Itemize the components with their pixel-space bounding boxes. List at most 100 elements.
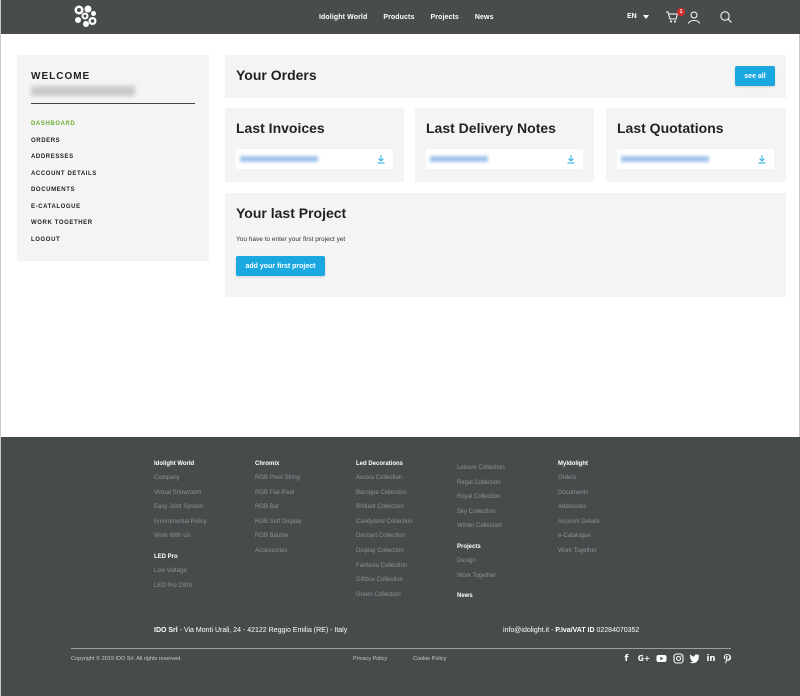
footer-link[interactable]: RGB Bauble [255,533,302,548]
footer-heading[interactable]: Led Decorations [356,461,413,475]
footer-col-collections-projects: Leisure Collection Regal Collection Roya… [457,465,505,607]
email-link[interactable]: info@idolight.it - [503,627,555,634]
footer-link[interactable]: Orders [558,475,600,490]
privacy-policy-link[interactable]: Privacy Policy [353,656,387,662]
search-icon[interactable] [719,10,733,24]
footer-col-myidolight: MyIdolight Orders Documents Addresses Ac… [558,461,600,563]
footer-heading[interactable]: MyIdolight [558,461,600,475]
project-empty-message: You have to enter your first project yet [236,236,346,243]
youtube-icon[interactable] [656,653,667,664]
footer-link[interactable]: LED Pro 230V [154,583,207,598]
chevron-down-icon[interactable] [643,15,649,19]
footer-link[interactable]: Winter Collection [457,523,505,538]
sidebar-item-e-catalogue[interactable]: E-CATALOGUE [31,204,97,221]
sidebar-item-dashboard[interactable]: DASHBOARD [31,121,97,138]
footer-link[interactable]: RGB Bar [255,504,302,519]
twitter-icon[interactable] [689,653,700,664]
footer-heading[interactable]: News [457,593,505,607]
language-selector[interactable]: EN [627,13,637,20]
nav-news[interactable]: News [475,14,494,21]
invoices-title: Last Invoices [236,120,325,136]
sidebar-item-work-together[interactable]: WORK TOGETHER [31,220,97,237]
footer-link[interactable]: e-Catalogue [558,533,600,548]
copyright-text: Copyright © 2019 IDO Srl. All rights res… [71,656,182,662]
footer-link[interactable]: Aurora Collection [356,475,413,490]
user-icon[interactable] [687,10,701,24]
footer-link[interactable]: Account Details [558,519,600,534]
footer-link[interactable]: Accessories [255,548,302,563]
footer-heading[interactable]: Projects [457,544,505,558]
orders-title: Your Orders [236,67,317,83]
account-sidebar: WELCOME DASHBOARD ORDERS ADDRESSES ACCOU… [17,55,209,261]
add-first-project-button[interactable]: add your first project [236,256,325,276]
divider [31,103,195,104]
site-footer: Idolight World Company Virtual Showroom … [1,437,800,696]
footer-link[interactable]: Candyland Collection [356,519,413,534]
social-links: f G+ in [621,653,739,664]
footer-link[interactable]: Fantasia Collection [356,563,413,578]
footer-link[interactable]: Giftbox Collection [356,577,413,592]
footer-link[interactable]: Display Collection [356,548,413,563]
footer-link[interactable]: Design [457,558,505,573]
footer-link[interactable]: Virtual Showroom [154,490,207,505]
sidebar-item-documents[interactable]: DOCUMENTS [31,187,97,204]
vat-number: 02284070352 [594,627,640,634]
footer-link[interactable]: Work Together [457,573,505,588]
footer-link[interactable]: RGB Flat Pixel [255,490,302,505]
pinterest-icon[interactable] [722,653,733,664]
footer-heading[interactable]: Idolight World [154,461,207,475]
footer-link[interactable]: Enviromental Policy [154,519,207,534]
footer-link[interactable]: Baroque Collection [356,490,413,505]
footer-col-chromix: Chromix RGB Pixel String RGB Flat Pixel … [255,461,302,563]
welcome-heading: WELCOME [31,71,91,82]
delivery-note-row[interactable] [426,149,583,169]
delivery-number-redacted [430,156,488,162]
invoice-row[interactable] [236,149,393,169]
footer-link[interactable]: RGB Soft Display [255,519,302,534]
cookie-policy-link[interactable]: Cookie Policy [413,656,446,662]
footer-link[interactable]: Decoart Collection [356,533,413,548]
google-plus-icon[interactable]: G+ [638,653,651,664]
delivery-notes-card: Last Delivery Notes [415,108,594,182]
user-name-redacted [31,86,135,96]
sidebar-item-orders[interactable]: ORDERS [31,138,97,155]
linkedin-icon[interactable]: in [706,653,717,664]
quotation-number-redacted [621,156,709,162]
footer-link[interactable]: Documents [558,490,600,505]
footer-heading[interactable]: LED Pro [154,554,207,568]
nav-products[interactable]: Products [383,14,414,21]
quotations-title: Last Quotations [617,120,724,136]
footer-link[interactable]: Work Together [558,548,600,563]
footer-link[interactable]: Brilliant Collection [356,504,413,519]
page: Idolight World Products Projects News EN… [0,0,800,696]
invoices-card: Last Invoices [225,108,404,182]
facebook-icon[interactable]: f [621,653,632,664]
see-all-button[interactable]: see all [735,66,775,86]
sidebar-item-logout[interactable]: LOGOUT [31,237,97,254]
footer-link[interactable]: Green Collection [356,592,413,607]
download-icon[interactable] [757,154,767,164]
footer-link[interactable]: Addresses [558,504,600,519]
footer-link[interactable]: Work With Us [154,533,207,548]
quotation-row[interactable] [617,149,774,169]
download-icon[interactable] [376,154,386,164]
footer-link[interactable]: Leisure Collection [457,465,505,480]
footer-link[interactable]: Sky Collection [457,509,505,524]
download-icon[interactable] [566,154,576,164]
footer-link[interactable]: Company [154,475,207,490]
idolight-logo[interactable] [73,4,97,28]
footer-col-led-decorations: Led Decorations Aurora Collection Baroqu… [356,461,413,606]
footer-link[interactable]: Low Voltage [154,568,207,583]
footer-heading[interactable]: Chromix [255,461,302,475]
sidebar-item-account-details[interactable]: ACCOUNT DETAILS [31,171,97,188]
main-nav: Idolight World Products Projects News [319,0,510,34]
footer-link[interactable]: RGB Pixel String [255,475,302,490]
footer-link[interactable]: Royal Collection [457,494,505,509]
nav-projects[interactable]: Projects [430,14,458,21]
company-contact: info@idolight.it - P.Iva/VAT ID 02284070… [503,627,639,634]
instagram-icon[interactable] [672,653,684,664]
sidebar-item-addresses[interactable]: ADDRESSES [31,154,97,171]
footer-link[interactable]: Easy Joint System [154,504,207,519]
nav-idolight-world[interactable]: Idolight World [319,14,367,21]
footer-link[interactable]: Regal Collection [457,480,505,495]
